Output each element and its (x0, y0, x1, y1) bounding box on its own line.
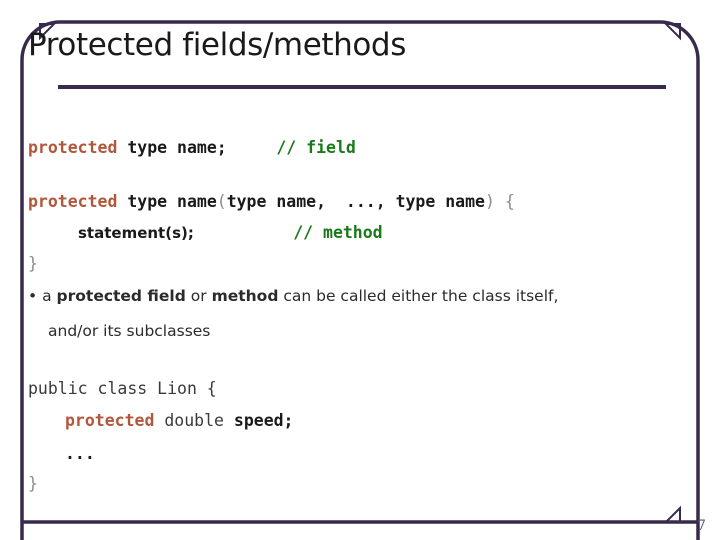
method-parameter-list: type name, ..., type name (226, 191, 485, 211)
field-declaration-text: type name; (127, 138, 227, 157)
code-line-protected-field: protected double speed; (28, 411, 692, 430)
open-brace: { (504, 191, 515, 211)
code-line-statement: statement(s); // method (28, 223, 692, 242)
statement-placeholder: statement(s); (78, 224, 194, 242)
ellipsis-text: ... (65, 443, 95, 463)
bullet-point-access-rule: • a protected field or method can be cal… (28, 287, 692, 305)
comment-field: // field (276, 138, 356, 157)
code-line-field-declaration: protected type name; // field (28, 138, 692, 157)
bullet-text-seg2: or (185, 287, 212, 305)
keyword-protected: protected (28, 191, 118, 211)
bullet-continuation-line: and/or its subclasses (48, 321, 211, 340)
keyword-protected: protected (28, 138, 118, 157)
bullet-text-seg1: a (37, 287, 57, 305)
code-line-ellipsis: ... (28, 443, 692, 463)
comment-method: // method (293, 223, 383, 242)
page-number: 7 (697, 518, 706, 534)
code-line-class-declaration: public class Lion { (28, 378, 692, 398)
code-line-closing-brace: } (28, 253, 692, 273)
code-line-method-signature: protected type name(type name, ..., type… (28, 191, 692, 211)
title-underline-rule (58, 85, 666, 89)
class-declaration-text: public class Lion { (28, 378, 217, 398)
page-title: Protected fields/methods (28, 27, 406, 63)
slide-body: protected type name; // field protected … (28, 130, 692, 493)
type-double: double (164, 411, 224, 430)
bullet-emphasis-method: method (211, 287, 279, 305)
bullet-text-seg3: can be called either the class itself, (278, 287, 559, 305)
field-name-speed: speed; (233, 411, 294, 430)
open-paren: ( (216, 191, 227, 211)
keyword-protected: protected (65, 411, 155, 430)
bullet-marker-icon: • (28, 287, 38, 305)
close-paren: ) (484, 191, 495, 211)
bullet-emphasis-protected-field: protected field (56, 287, 186, 305)
slide: Protected fields/methods protected type … (0, 0, 720, 540)
close-brace: } (28, 474, 38, 493)
code-line-class-closing-brace: } (28, 474, 692, 493)
close-brace: } (28, 253, 38, 273)
method-return-and-name: type name (127, 191, 217, 211)
